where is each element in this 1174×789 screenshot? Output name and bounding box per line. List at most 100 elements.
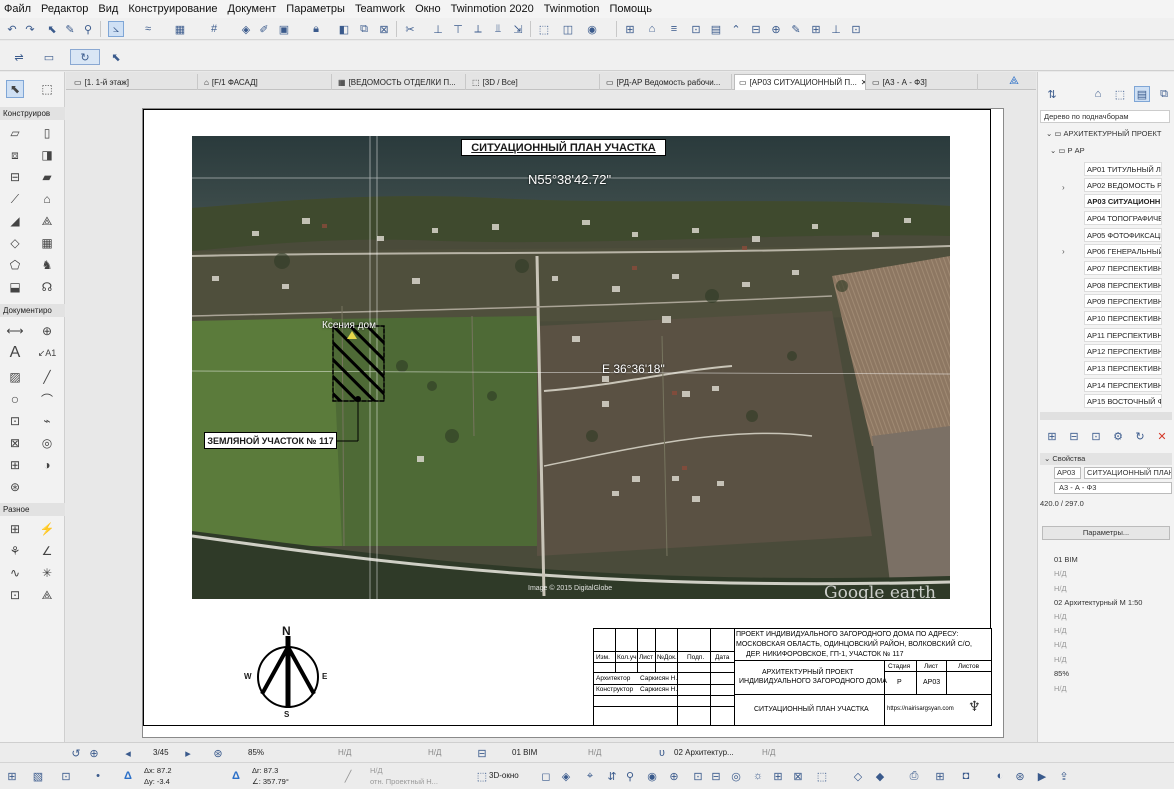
eraser-icon[interactable]: ◈ (238, 21, 254, 37)
next-page-icon[interactable]: ▸ (180, 745, 196, 761)
layer-set-icon[interactable]: ⊟ (474, 745, 490, 761)
column-tool-icon[interactable]: ▯ (38, 124, 56, 142)
toolbox-section-design[interactable]: Конструиров (0, 107, 65, 120)
split-icon[interactable]: ✂ (402, 21, 418, 37)
mesh-tool-icon[interactable]: ▦ (38, 234, 56, 252)
image-icon[interactable]: ⊡ (6, 586, 24, 604)
text-icon[interactable]: A (6, 344, 24, 362)
camera-icon[interactable]: ⚡ (38, 520, 56, 538)
menu-help[interactable]: Помощь (609, 3, 652, 15)
model-view-icon[interactable]: ʋ (654, 745, 670, 761)
print-icon[interactable]: ⎙ (906, 768, 922, 784)
column-icon[interactable]: ⊥ (828, 21, 844, 37)
grid-icon[interactable]: # (206, 21, 222, 37)
fit-selection-icon[interactable]: ⊠ (790, 768, 806, 784)
curtain-wall-icon[interactable]: ◇ (6, 234, 24, 252)
property-id-field[interactable]: АР03 (1054, 467, 1081, 479)
tree-item-ar06[interactable]: АР06 ГЕНЕРАЛЬНЫЙ П (1084, 244, 1162, 258)
slab-icon[interactable]: ▰ (38, 168, 56, 186)
edit-icon[interactable]: ✎ (788, 21, 804, 37)
marquee-icon[interactable]: ⬚ (38, 80, 56, 98)
roof-icon[interactable]: ⌃ (728, 21, 744, 37)
drawing-icon[interactable]: ⊞ (6, 456, 24, 474)
fill-icon[interactable]: ▨ (6, 368, 24, 386)
layout-book-icon[interactable]: ▤ (1134, 86, 1150, 102)
undo-zoom-icon[interactable]: ↺ (68, 745, 84, 761)
angle-icon[interactable]: ∠ (38, 542, 56, 560)
tree-item-ar12[interactable]: АР12 ПЕРСПЕКТИВН (1084, 344, 1162, 358)
ungroup-icon[interactable]: ⊠ (376, 21, 392, 37)
dot-icon[interactable]: • (90, 768, 106, 784)
parameters-button[interactable]: Параметры... (1042, 526, 1170, 540)
resize-icon[interactable]: ⇲ (510, 21, 526, 37)
zoom-level[interactable]: 85% (248, 748, 264, 757)
zone-icon[interactable]: ⬓ (6, 278, 24, 296)
tree-subset-p-ar[interactable]: ⌄ ▭ Р АР (1050, 146, 1085, 155)
change-marker-icon[interactable]: ⊛ (6, 478, 24, 496)
menu-options[interactable]: Параметры (286, 3, 345, 15)
layer-icon[interactable]: ◧ (336, 21, 352, 37)
truss-icon[interactable]: ⟁ (38, 586, 56, 604)
worksheet-marker-icon[interactable]: ◑ (38, 456, 56, 474)
explore-icon[interactable]: ⌖ (582, 768, 598, 784)
publish-icon[interactable]: ⊞ (932, 768, 948, 784)
adjust-icon[interactable]: ⫫ (490, 21, 506, 37)
radial-icon[interactable]: ⚘ (6, 542, 24, 560)
tree-item-ar08[interactable]: АР08 ПЕРСПЕКТИВН (1084, 278, 1162, 292)
marquee-tool-icon[interactable]: ⬚ (814, 768, 830, 784)
menu-teamwork[interactable]: Teamwork (355, 3, 405, 15)
zoom-icon[interactable]: ⊛ (210, 745, 226, 761)
export-icon[interactable]: ⇪ (1056, 768, 1072, 784)
roof-tool-icon[interactable]: ⌂ (38, 190, 56, 208)
property-name-field[interactable]: СИТУАЦИОННЫЙ ПЛАН (1084, 467, 1172, 479)
trace-icon[interactable]: ◎ (728, 768, 744, 784)
menu-edit[interactable]: Редактор (41, 3, 88, 15)
tree-item-ar05[interactable]: АР05 ФОТОФИКСАЦИ (1084, 228, 1162, 242)
snap-icon[interactable]: ⊡ (58, 768, 74, 784)
delta-icon[interactable]: Δ (120, 768, 136, 784)
tree-item-ar03[interactable]: АР03 СИТУАЦИОНН (1084, 194, 1162, 208)
tab-ar03-situation-plan[interactable]: ▭[АР03 СИТУАЦИОННЫЙ П... ✕ (734, 74, 866, 90)
new-layout-icon[interactable]: ⊞ (1044, 428, 1060, 444)
snap-guides-icon[interactable]: ⦣ (108, 21, 124, 37)
pan-icon[interactable]: ⊕ (666, 768, 682, 784)
tab-3d-all[interactable]: ⬚ [3D / Все] (468, 74, 600, 90)
sun-study-icon[interactable]: ☼ (750, 768, 766, 784)
quick-options-icon[interactable]: ⊞ (4, 768, 20, 784)
tree-item-ar07[interactable]: АР07 ПЕРСПЕКТИВН (1084, 261, 1162, 275)
tab-rd-ar-schedule[interactable]: ▭ [РД-АР Ведомость рабочи... (602, 74, 732, 90)
elevation-icon[interactable]: ⌂ (644, 21, 660, 37)
detail-icon[interactable]: ⊡ (688, 21, 704, 37)
menu-design[interactable]: Конструирование (128, 3, 217, 15)
floor-selector-icon[interactable]: ⇌ (8, 49, 30, 65)
tab-floor-1[interactable]: ▭ [1. 1-й этаж] (70, 74, 198, 90)
website-link[interactable]: https://nairisargsyan.com (887, 706, 954, 712)
tree-item-ar10[interactable]: АР10 ПЕРСПЕКТИВН (1084, 311, 1162, 325)
label-icon[interactable]: ↙A1 (38, 344, 57, 362)
window-icon[interactable]: ⊟ (6, 168, 24, 186)
railing-icon[interactable]: ⊕ (768, 21, 784, 37)
frame-icon[interactable]: ▣ (276, 21, 292, 37)
guide-icon[interactable]: ▧ (30, 768, 46, 784)
offset-icon[interactable]: ⟂ (470, 21, 486, 37)
3d-window-button[interactable]: 3D-окно (489, 771, 519, 780)
stair-tool-icon[interactable]: ⟋ (6, 190, 24, 208)
stair-icon[interactable]: ⊟ (748, 21, 764, 37)
shape-icon[interactable]: ◇ (850, 768, 866, 784)
model-view-option[interactable]: 02 Архитектур... (674, 748, 734, 757)
selection-icon[interactable]: ⬚ (536, 21, 552, 37)
menu-document[interactable]: Документ (228, 3, 277, 15)
view-map-icon[interactable]: ⬚ (1112, 86, 1128, 102)
tree-item-ar11[interactable]: АР11 ПЕРСПЕКТИВН (1084, 328, 1162, 342)
navigator-map-icon[interactable]: ⇅ (1044, 86, 1060, 102)
tree-item-ar15[interactable]: АР15 ВОСТОЧНЫЙ Ф (1084, 394, 1162, 408)
tree-item-ar13[interactable]: АР13 ПЕРСПЕКТИВН (1084, 361, 1162, 375)
circle-icon[interactable]: ○ (6, 390, 24, 408)
tree-item-ar14[interactable]: АР14 ПЕРСПЕКТИВН (1084, 378, 1162, 392)
tree-item-ar09[interactable]: АР09 ПЕРСПЕКТИВН (1084, 294, 1162, 308)
undo-icon[interactable]: ↶ (4, 21, 20, 37)
lock-icon[interactable]: 🔒︎ (308, 21, 324, 37)
material-icon[interactable]: ◆ (872, 768, 888, 784)
camera-orbit-icon[interactable]: ◈ (558, 768, 574, 784)
layer-combo[interactable]: 01 BIM (1054, 555, 1078, 564)
